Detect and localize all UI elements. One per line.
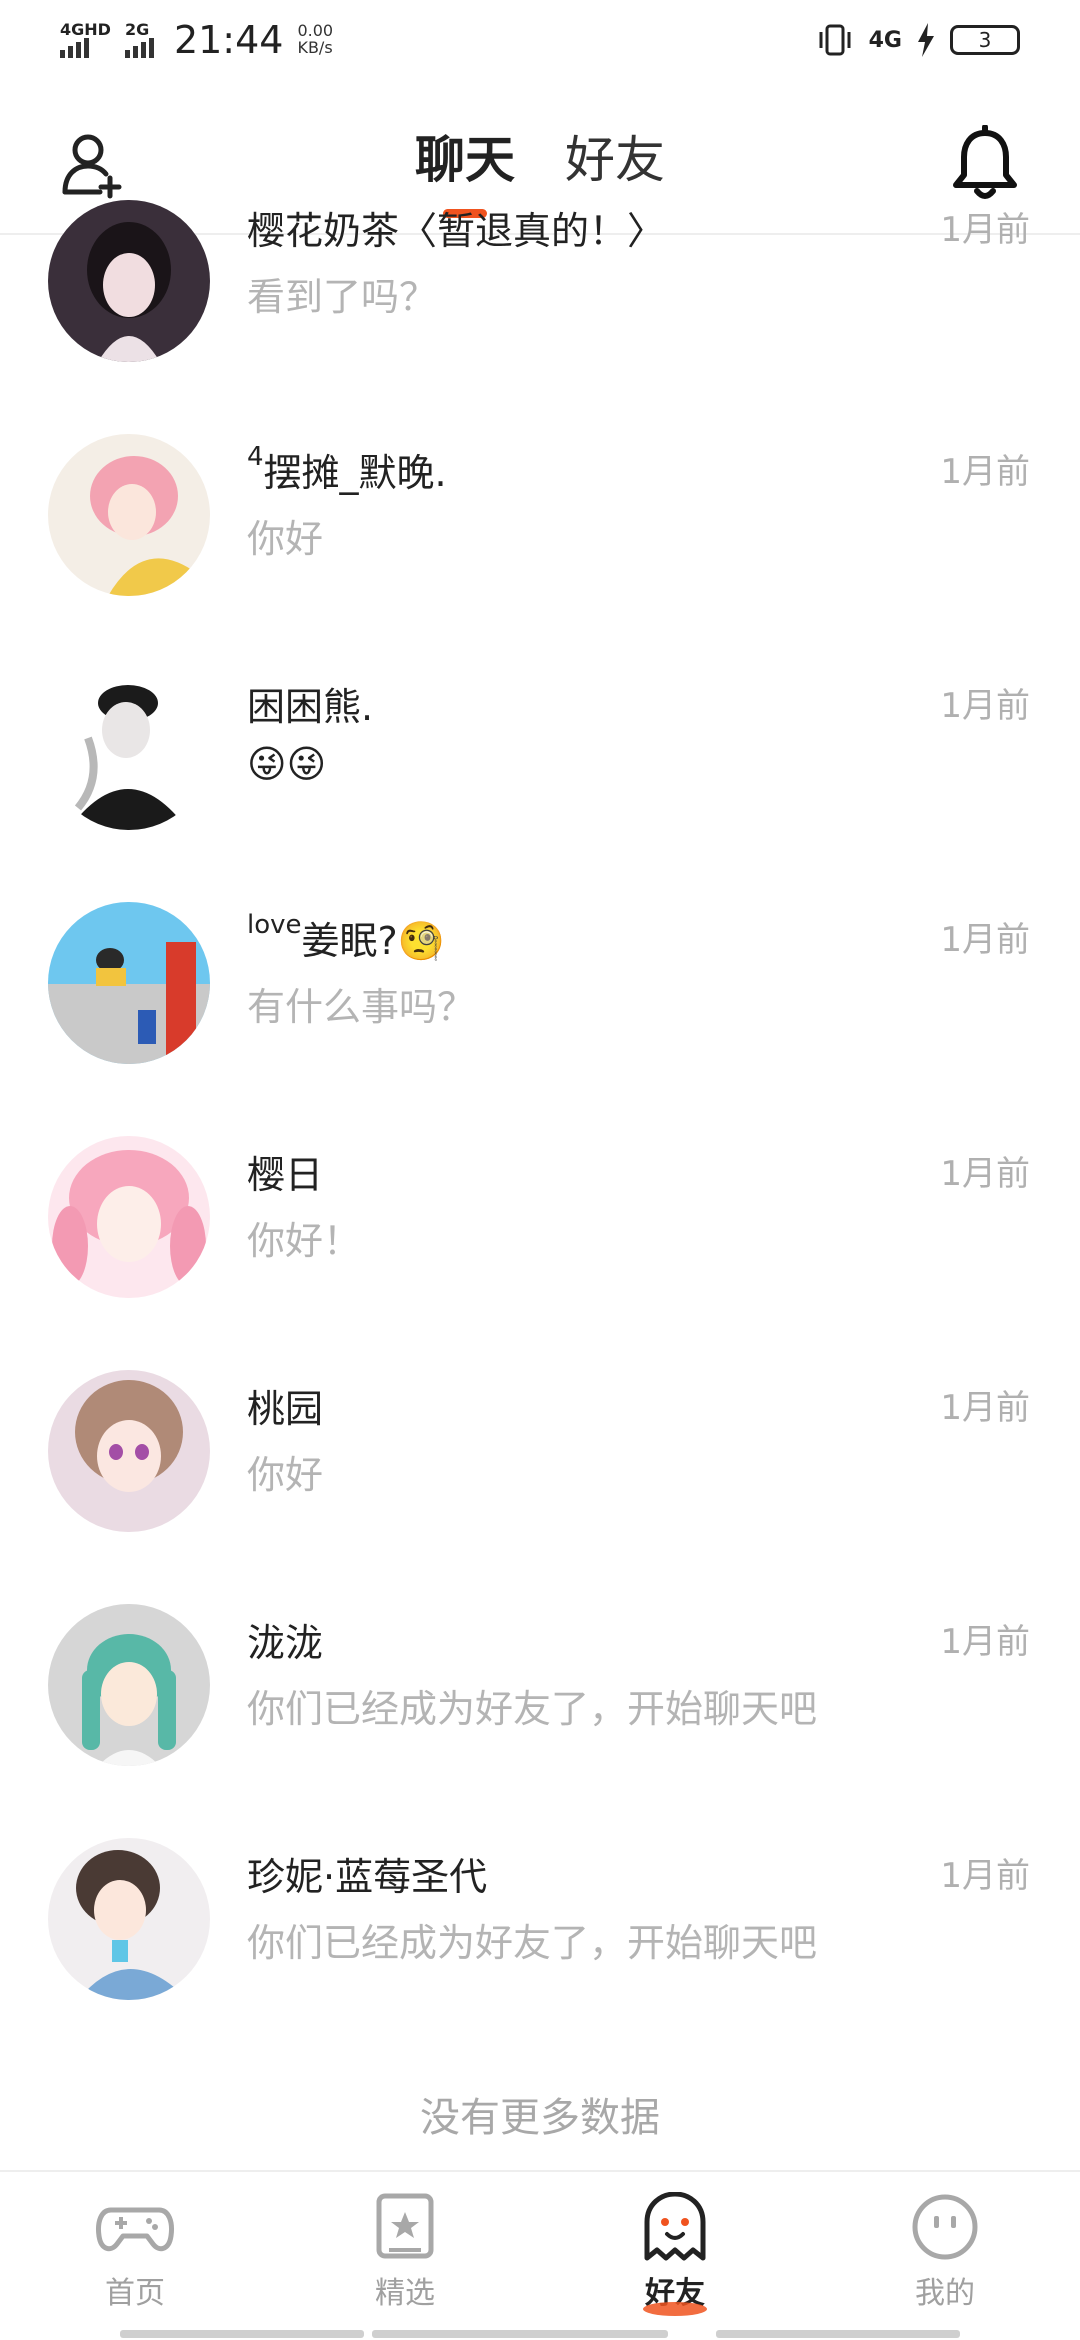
chat-item[interactable]: 珍妮·蓝莓圣代 你们已经成为好友了，开始聊天吧 1月前 bbox=[0, 1838, 1080, 2072]
gesture-bar bbox=[716, 2330, 960, 2338]
charging-icon bbox=[918, 23, 934, 57]
tab-chat-label: 聊天 bbox=[415, 131, 515, 189]
chat-name: 困困熊. bbox=[247, 685, 374, 729]
bell-icon[interactable] bbox=[950, 125, 1020, 205]
chat-name: 樱花奶茶〈暂退真的！〉 bbox=[247, 209, 666, 253]
chat-item[interactable]: 4摆摊_默晚. 你好 1月前 bbox=[0, 434, 1080, 668]
chat-time: 1月前 bbox=[940, 1856, 1030, 1896]
bottom-nav: 首页 精选 好友 我的 bbox=[0, 2170, 1080, 2340]
signal-4g-indicator: 4GHD bbox=[60, 22, 111, 58]
network-speed: 0.00 KB/s bbox=[297, 21, 334, 57]
nav-profile[interactable]: 我的 bbox=[855, 2192, 1035, 2312]
chat-message: 你好 bbox=[247, 517, 324, 561]
chat-message: 有什么事吗？ bbox=[247, 985, 476, 1029]
status-time: 21:44 bbox=[173, 18, 284, 62]
chat-name: 4摆摊_默晚. bbox=[247, 442, 447, 495]
nav-home-label: 首页 bbox=[105, 2276, 165, 2311]
status-bar: 4GHD 2G 21:44 0.00 KB/s 4G 3 bbox=[0, 0, 1080, 80]
nav-profile-label: 我的 bbox=[915, 2276, 975, 2311]
chat-message: 你们已经成为好友了，开始聊天吧 bbox=[247, 1687, 818, 1731]
app-screen: { "status_bar": { "signal1_label": "4GHD… bbox=[0, 0, 1080, 2340]
gesture-bar bbox=[372, 2330, 668, 2338]
chat-time: 1月前 bbox=[940, 210, 1030, 250]
avatar bbox=[48, 1136, 210, 1298]
avatar bbox=[48, 668, 210, 830]
avatar bbox=[48, 1370, 210, 1532]
chat-item[interactable]: 困困熊. 😜😜 1月前 bbox=[0, 668, 1080, 902]
avatar bbox=[48, 902, 210, 1064]
avatar bbox=[48, 1604, 210, 1766]
tab-chat[interactable]: 聊天 bbox=[415, 120, 515, 218]
signal-2g-indicator: 2G bbox=[124, 22, 154, 58]
avatar bbox=[48, 434, 210, 596]
nav-home[interactable]: 首页 bbox=[45, 2192, 225, 2312]
avatar bbox=[48, 200, 210, 362]
star-card-icon bbox=[376, 2193, 434, 2259]
chat-item[interactable]: 樱日 你好！ 1月前 bbox=[0, 1136, 1080, 1370]
gesture-bar bbox=[120, 2330, 364, 2338]
chat-name: 桃园 bbox=[247, 1387, 324, 1431]
chat-time: 1月前 bbox=[940, 920, 1030, 960]
tab-friends[interactable]: 好友 bbox=[565, 120, 665, 210]
chat-item[interactable]: 樱花奶茶〈暂退真的！〉 看到了吗？ 1月前 bbox=[0, 200, 1080, 434]
chat-time: 1月前 bbox=[940, 1388, 1030, 1428]
chat-time: 1月前 bbox=[940, 1154, 1030, 1194]
gamepad-icon bbox=[96, 2207, 174, 2252]
chat-time: 1月前 bbox=[940, 1622, 1030, 1662]
chat-name: love姜眠?🧐 bbox=[247, 910, 445, 963]
chat-message: 😜😜 bbox=[247, 742, 327, 786]
tab-friends-label: 好友 bbox=[565, 131, 665, 189]
header-tabs: 聊天 好友 bbox=[0, 120, 1080, 218]
ghost-icon bbox=[644, 2192, 706, 2261]
nav-active-indicator bbox=[643, 2302, 707, 2316]
chat-message: 看到了吗？ bbox=[247, 275, 438, 319]
chat-message: 你好 bbox=[247, 1453, 324, 1497]
vibrate-icon bbox=[819, 24, 851, 56]
chat-name: 泷泷 bbox=[247, 1621, 324, 1665]
chat-time: 1月前 bbox=[940, 686, 1030, 726]
network-type: 4G bbox=[868, 27, 902, 53]
chat-name: 樱日 bbox=[247, 1153, 324, 1197]
smiley-icon bbox=[912, 2194, 978, 2260]
chat-time: 1月前 bbox=[940, 452, 1030, 492]
nav-friends[interactable]: 好友 bbox=[585, 2192, 765, 2316]
no-more-data-label: 没有更多数据 bbox=[420, 2095, 660, 2141]
chat-item[interactable]: love姜眠?🧐 有什么事吗？ 1月前 bbox=[0, 902, 1080, 1136]
avatar bbox=[48, 1838, 210, 2000]
nav-featured-label: 精选 bbox=[375, 2276, 435, 2311]
chat-message: 你好！ bbox=[247, 1219, 362, 1263]
chat-item[interactable]: 泷泷 你们已经成为好友了，开始聊天吧 1月前 bbox=[0, 1604, 1080, 1838]
battery-indicator: 3 bbox=[950, 25, 1020, 55]
chat-item[interactable]: 桃园 你好 1月前 bbox=[0, 1370, 1080, 1604]
chat-message: 你们已经成为好友了，开始聊天吧 bbox=[247, 1921, 818, 1965]
nav-featured[interactable]: 精选 bbox=[315, 2192, 495, 2312]
chat-name: 珍妮·蓝莓圣代 bbox=[247, 1855, 488, 1899]
